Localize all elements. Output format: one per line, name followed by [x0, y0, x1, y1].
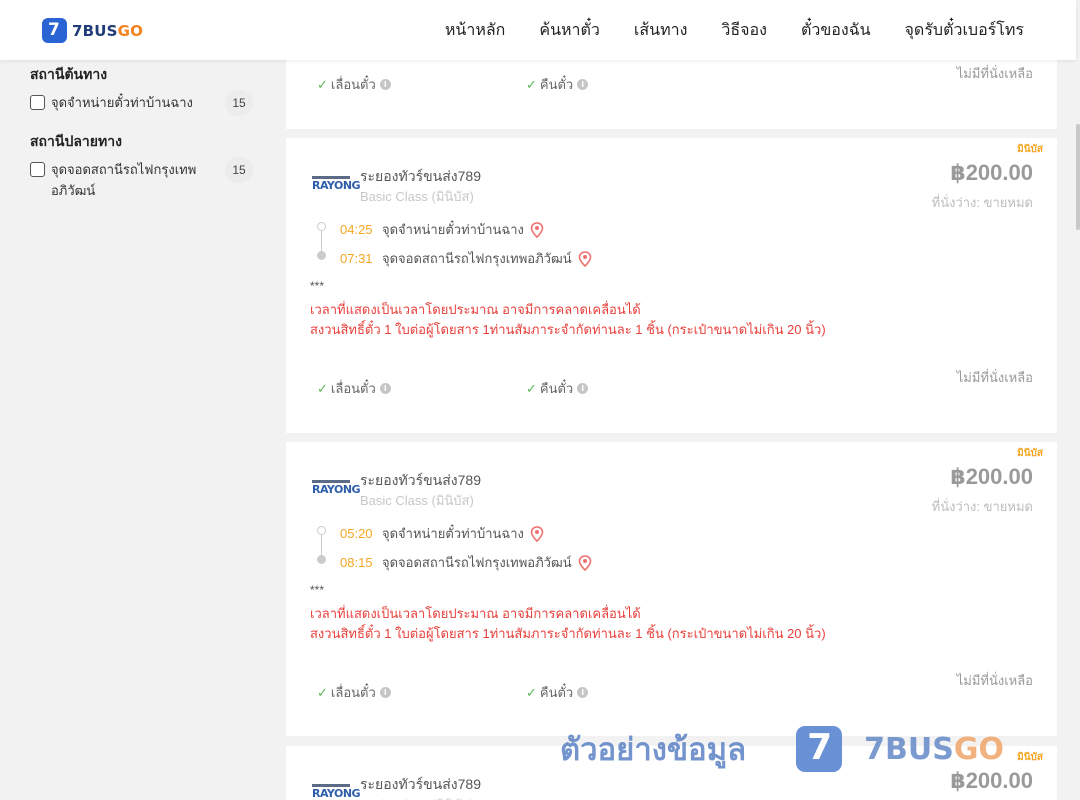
info-icon[interactable]: i [379, 383, 391, 394]
time-disclaimer: เวลาที่แสดงเป็นเวลาโดยประมาณ อาจมีการคลา… [310, 606, 641, 621]
note-marker: *** [310, 279, 325, 293]
page-scrollbar[interactable] [1076, 0, 1080, 800]
nav-home[interactable]: หน้าหลัก [445, 18, 506, 43]
reschedule-feature[interactable]: ✓ เลื่อนตั๋ว i [317, 74, 391, 95]
vehicle-type-tag: มินิบัส [1017, 448, 1043, 459]
map-pin-icon[interactable] [578, 250, 592, 267]
destination-filter-title: สถานีปลายทาง [30, 133, 122, 149]
map-pin-icon[interactable] [530, 221, 544, 238]
logo-wordmark: 7BUSGO [72, 21, 144, 40]
service-class: Basic Class (มินิบัส) [360, 794, 474, 800]
origin-count-badge: 15 [225, 90, 253, 116]
check-icon: ✓ [526, 684, 537, 700]
sample-data-watermark: ตัวอย่างข้อมูล 7 7BUSGO [560, 724, 1004, 774]
ticket-price: ฿200.00 [950, 464, 1033, 489]
info-icon[interactable]: i [379, 79, 391, 90]
check-icon: ✓ [526, 380, 537, 396]
refund-feature[interactable]: ✓ คืนตั๋ว i [526, 74, 589, 95]
time-disclaimer: เวลาที่แสดงเป็นเวลาโดยประมาณ อาจมีการคลา… [310, 302, 641, 317]
origin-checkbox[interactable] [30, 95, 45, 110]
availability-status: ไม่มีที่นั่งเหลือ [956, 66, 1033, 81]
operator-logo: RAYONG [312, 784, 361, 800]
operator-name: ระยองทัวร์ขนส่ง789 [360, 776, 481, 792]
nav-search-ticket[interactable]: ค้นหาตั๋ว [539, 18, 600, 43]
map-pin-icon[interactable] [578, 554, 592, 571]
info-icon[interactable]: i [379, 687, 391, 698]
trip-card[interactable]: มินิบัส RAYONG ระยองทัวร์ขนส่ง789 Basic … [286, 138, 1057, 433]
note-marker: *** [310, 583, 325, 597]
vehicle-type-tag: มินิบัส [1017, 752, 1043, 763]
top-header: 7 7BUSGO หน้าหลัก ค้นหาตั๋ว เส้นทาง วิธี… [0, 0, 1076, 60]
map-pin-icon[interactable] [530, 525, 544, 542]
nav-my-tickets[interactable]: ตั๋วของฉัน [801, 18, 871, 43]
luggage-policy: สงวนสิทธิ์ตั๋ว 1 ใบต่อผู้โดยสาร 1ท่านสัม… [310, 626, 826, 641]
filter-sidebar: สถานีต้นทาง จุดจำหน่ายตั๋วท่าบ้านฉาง 15 … [30, 60, 260, 201]
destination-option-label: จุดจอดสถานีรถไฟกรุงเทพอภิวัฒน์ [51, 162, 197, 198]
operator-name: ระยองทัวร์ขนส่ง789 [360, 472, 481, 488]
departure-stop: 05:20 จุดจำหน่ายตั๋วท่าบ้านฉาง [340, 523, 544, 544]
check-icon: ✓ [526, 76, 537, 92]
operator-logo: RAYONG [312, 480, 361, 496]
destination-checkbox[interactable] [30, 162, 45, 177]
logo-mark-icon: 7 [42, 18, 67, 43]
origin-filter-title: สถานีต้นทาง [30, 66, 108, 82]
origin-option-label: จุดจำหน่ายตั๋วท่าบ้านฉาง [51, 95, 193, 110]
refund-feature[interactable]: ✓ คืนตั๋ว i [526, 378, 589, 399]
luggage-policy: สงวนสิทธิ์ตั๋ว 1 ใบต่อผู้โดยสาร 1ท่านสัม… [310, 322, 826, 337]
trip-card[interactable]: มินิบัส RAYONG ระยองทัวร์ขนส่ง789 Basic … [286, 442, 1057, 736]
destination-filter-option[interactable]: จุดจอดสถานีรถไฟกรุงเทพอภิวัฒน์ 15 [30, 157, 260, 201]
site-logo[interactable]: 7 7BUSGO [42, 18, 143, 43]
info-icon[interactable]: i [577, 687, 589, 698]
availability-status: ไม่มีที่นั่งเหลือ [956, 370, 1033, 385]
operator-name: ระยองทัวร์ขนส่ง789 [360, 168, 481, 184]
check-icon: ✓ [317, 684, 328, 700]
origin-filter-option[interactable]: จุดจำหน่ายตั๋วท่าบ้านฉาง 15 [30, 90, 260, 116]
service-class: Basic Class (มินิบัส) [360, 189, 474, 204]
info-icon[interactable]: i [577, 383, 589, 394]
arrival-stop: 07:31 จุดจอดสถานีรถไฟกรุงเทพอภิวัฒน์ [340, 248, 592, 269]
reschedule-feature[interactable]: ✓ เลื่อนตั๋ว i [317, 682, 391, 703]
nav-how-to-book[interactable]: วิธีจอง [721, 18, 767, 43]
operator-logo: RAYONG [312, 176, 361, 192]
arrival-stop: 08:15 จุดจอดสถานีรถไฟกรุงเทพอภิวัฒน์ [340, 552, 592, 573]
main-nav: หน้าหลัก ค้นหาตั๋ว เส้นทาง วิธีจอง ตั๋วข… [411, 0, 1024, 60]
departure-stop: 04:25 จุดจำหน่ายตั๋วท่าบ้านฉาง [340, 219, 544, 240]
service-class: Basic Class (มินิบัส) [360, 493, 474, 508]
watermark-logo-icon: 7 [796, 726, 843, 772]
vehicle-type-tag: มินิบัส [1017, 144, 1043, 155]
check-icon: ✓ [317, 76, 328, 92]
seat-availability: ที่นั่งว่าง: ขายหมด [931, 499, 1033, 514]
ticket-price: ฿200.00 [950, 160, 1033, 185]
info-icon[interactable]: i [577, 79, 589, 90]
route-timeline [317, 222, 327, 262]
nav-pickup-points[interactable]: จุดรับตั๋วเบอร์โทร [905, 18, 1024, 43]
refund-feature[interactable]: ✓ คืนตั๋ว i [526, 682, 589, 703]
watermark-text: ตัวอย่างข้อมูล [560, 732, 747, 767]
availability-status: ไม่มีที่นั่งเหลือ [956, 673, 1033, 688]
destination-count-badge: 15 [225, 157, 253, 183]
route-timeline [317, 526, 327, 566]
seat-availability: ที่นั่งว่าง: ขายหมด [931, 195, 1033, 210]
scrollbar-thumb[interactable] [1076, 124, 1080, 230]
reschedule-feature[interactable]: ✓ เลื่อนตั๋ว i [317, 378, 391, 399]
watermark-wordmark: 7BUSGO [864, 731, 1004, 767]
check-icon: ✓ [317, 380, 328, 396]
nav-routes[interactable]: เส้นทาง [634, 18, 688, 43]
